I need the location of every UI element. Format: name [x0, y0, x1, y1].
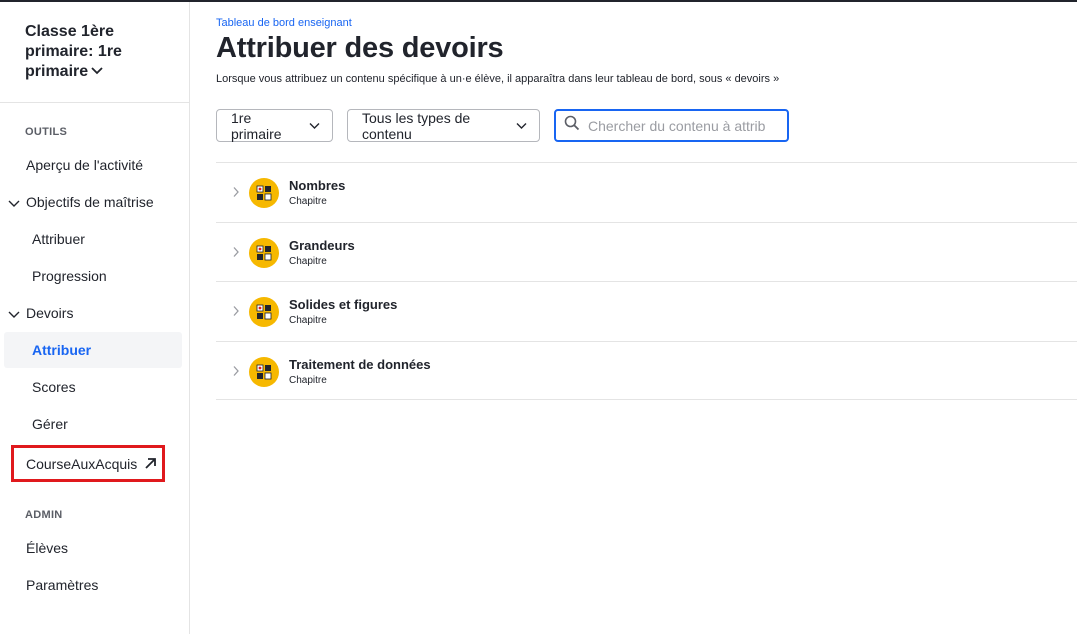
- chevron-down-icon: [309, 122, 320, 130]
- sidebar-item-settings[interactable]: Paramètres: [4, 567, 182, 603]
- chapter-row[interactable]: Grandeurs Chapitre: [216, 221, 1077, 282]
- chapter-type: Chapitre: [289, 255, 327, 267]
- chevron-right-icon[interactable]: [232, 185, 240, 203]
- sidebar-item-label: Paramètres: [26, 577, 99, 593]
- sidebar-item-label: Attribuer: [32, 342, 92, 358]
- breadcrumb[interactable]: Tableau de bord enseignant: [216, 17, 352, 29]
- chapter-blocks-icon: [249, 356, 279, 387]
- chevron-right-icon[interactable]: [232, 304, 240, 322]
- chapter-title: Solides et figures: [289, 297, 398, 312]
- section-label-tools: OUTILS: [25, 126, 68, 138]
- chapter-row[interactable]: Traitement de données Chapitre: [216, 340, 1077, 400]
- page-description: Lorsque vous attribuez un contenu spécif…: [216, 73, 780, 85]
- sidebar-item-label: Gérer: [32, 416, 68, 432]
- sidebar-item-label: Devoirs: [26, 305, 74, 321]
- chapter-title: Nombres: [289, 178, 346, 193]
- main-content: Tableau de bord enseignant Attribuer des…: [216, 2, 1077, 634]
- search-input[interactable]: [588, 117, 768, 134]
- page-title: Attribuer des devoirs: [216, 32, 504, 64]
- sidebar-item-course-link[interactable]: CourseAuxAcquis: [11, 445, 165, 482]
- chapter-type: Chapitre: [289, 196, 327, 207]
- class-name: Classe 1ère primaire: 1re primaire: [25, 23, 122, 81]
- grade-dropdown[interactable]: 1re primaire: [216, 109, 333, 142]
- grade-dropdown-value: 1re primaire: [231, 109, 282, 142]
- sidebar-divider: [0, 102, 189, 103]
- chapter-title: Grandeurs: [289, 237, 355, 253]
- chapter-blocks-icon: [249, 297, 279, 327]
- sidebar-item-label: CourseAuxAcquis: [26, 455, 138, 472]
- sidebar-item-assignments-manage[interactable]: Gérer: [4, 406, 182, 442]
- search-icon: [564, 115, 580, 136]
- sidebar-item-assignments[interactable]: Devoirs: [4, 295, 182, 331]
- chapter-blocks-icon: [249, 178, 279, 208]
- sidebar: Classe 1ère primaire: 1re primaire OUTIL…: [0, 2, 190, 634]
- sidebar-item-label: Objectifs de maîtrise: [26, 194, 154, 210]
- chapter-type: Chapitre: [289, 315, 327, 326]
- chevron-down-icon: [516, 122, 527, 130]
- sidebar-item-mastery-goals[interactable]: Objectifs de maîtrise: [4, 184, 182, 220]
- chapter-type: Chapitre: [289, 374, 327, 386]
- chapter-row[interactable]: Solides et figures Chapitre: [216, 281, 1077, 341]
- content-type-dropdown[interactable]: Tous les types de contenu: [347, 109, 540, 142]
- section-label-admin: ADMIN: [25, 509, 63, 521]
- search-box[interactable]: [554, 109, 789, 142]
- sidebar-item-mastery-progress[interactable]: Progression: [4, 258, 182, 294]
- chapter-title: Traitement de données: [289, 356, 431, 372]
- arrow-up-right-icon: [144, 457, 157, 470]
- chevron-down-icon: [8, 196, 20, 212]
- chapter-blocks-icon: [249, 237, 279, 268]
- chapter-row[interactable]: Nombres Chapitre: [216, 162, 1077, 222]
- sidebar-item-mastery-assign[interactable]: Attribuer: [4, 221, 182, 257]
- sidebar-item-label: Progression: [32, 268, 107, 284]
- chapter-list: Nombres Chapitre Grandeurs Chapitre Soli…: [216, 162, 1077, 400]
- sidebar-item-label: Scores: [32, 379, 76, 395]
- chevron-right-icon[interactable]: [232, 364, 240, 382]
- class-selector[interactable]: Classe 1ère primaire: 1re primaire: [25, 22, 145, 82]
- sidebar-item-label: Attribuer: [32, 231, 85, 247]
- sidebar-item-label: Aperçu de l'activité: [26, 157, 144, 173]
- sidebar-item-students[interactable]: Élèves: [4, 530, 182, 566]
- sidebar-item-assignments-assign[interactable]: Attribuer: [4, 332, 182, 368]
- sidebar-item-activity-overview[interactable]: Aperçu de l'activité: [4, 147, 182, 183]
- sidebar-item-assignments-scores[interactable]: Scores: [4, 369, 182, 405]
- content-type-dropdown-value: Tous les types de contenu: [362, 109, 471, 142]
- chevron-down-icon: [90, 62, 104, 82]
- chevron-down-icon: [8, 307, 20, 323]
- sidebar-item-label: Élèves: [26, 540, 69, 556]
- chevron-right-icon[interactable]: [232, 245, 240, 263]
